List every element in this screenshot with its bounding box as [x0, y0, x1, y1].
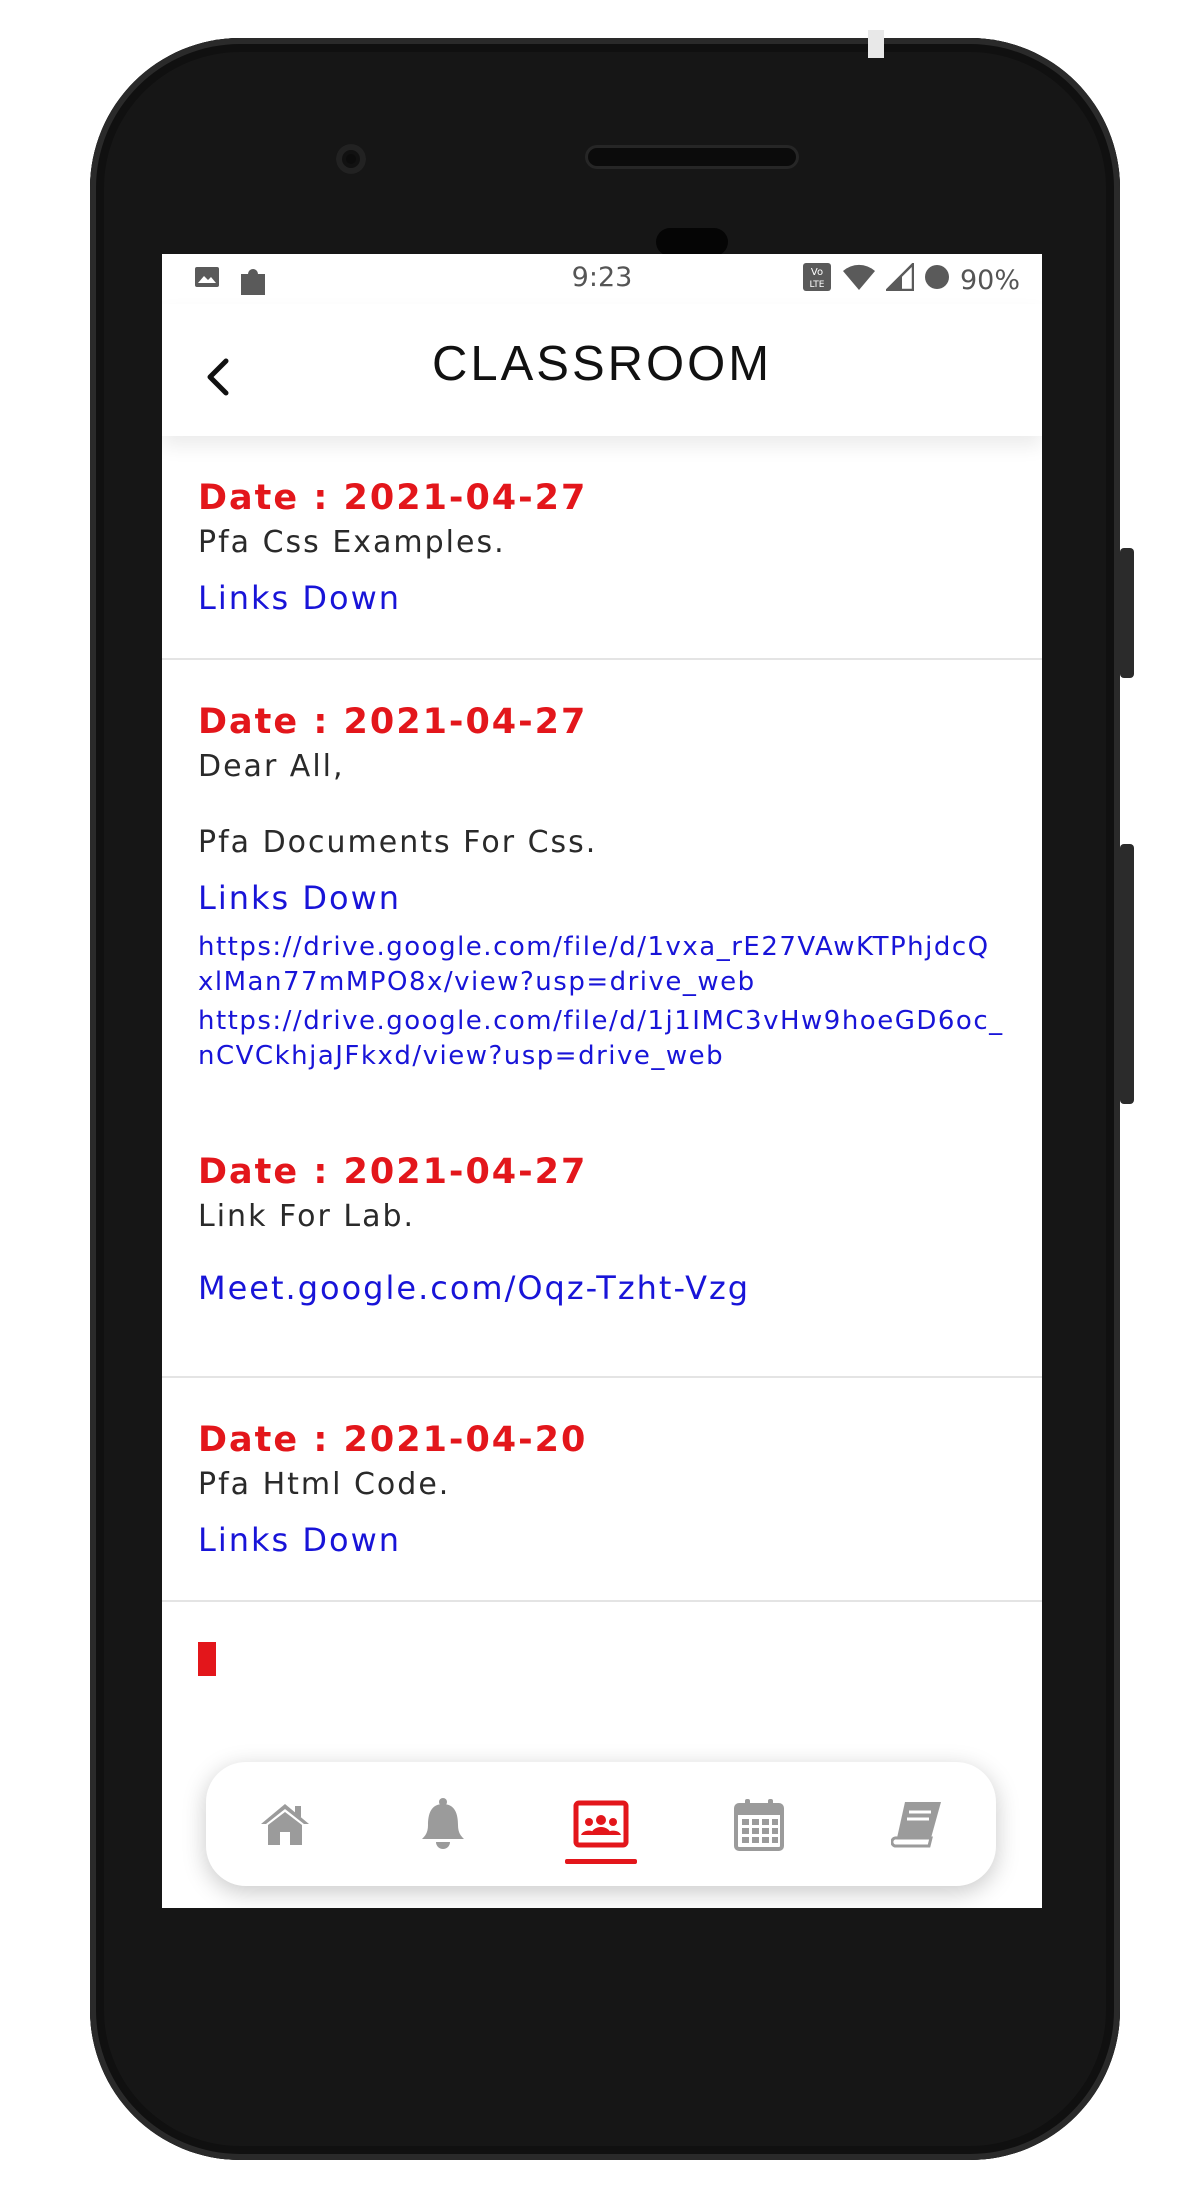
nav-calendar[interactable] — [699, 1762, 819, 1886]
post-date: Date : 2021-04-27 — [198, 702, 588, 742]
nav-notifications[interactable] — [383, 1762, 503, 1886]
post-date: Date : 2021-04-20 — [198, 1420, 588, 1460]
home-icon — [261, 1804, 309, 1845]
battery-percent: 90% — [959, 265, 1020, 296]
bell-icon — [422, 1798, 464, 1849]
top-speaker — [588, 148, 796, 166]
nav-classroom[interactable] — [541, 1762, 661, 1886]
status-bar: 9:23 Vo LTE 90% — [162, 254, 1042, 304]
bottom-nav — [206, 1762, 996, 1886]
drive-link[interactable]: https://drive.google.com/file/d/1vxa_rE2… — [198, 930, 1006, 1000]
links-down-link[interactable]: Links Down — [198, 576, 1006, 620]
post-card: Date : 2021-04-27 Dear All, Pfa Document… — [162, 660, 1042, 1074]
links-down-link[interactable]: Links Down — [198, 1518, 1006, 1562]
post-body: Dear All, Pfa Documents For Css. — [198, 749, 598, 860]
nav-home[interactable] — [225, 1762, 345, 1886]
nav-library[interactable] — [857, 1762, 977, 1886]
links-down-link[interactable]: Links Down — [198, 876, 1006, 920]
drive-link[interactable]: https://drive.google.com/file/d/1j1IMC3v… — [198, 1004, 1006, 1074]
volume-button — [1120, 548, 1134, 678]
front-camera — [336, 144, 366, 174]
post-date: Date : 2021-04-27 — [198, 478, 588, 518]
phone-frame-accent — [868, 30, 884, 58]
post-body: Link For Lab. — [198, 1199, 416, 1234]
screen: 9:23 Vo LTE 90% CLASSROOM Date: 2021-04… — [162, 254, 1042, 1908]
signal-icon — [883, 260, 915, 298]
power-button — [1120, 844, 1134, 1104]
classroom-icon — [573, 1800, 629, 1848]
post-card-partial — [162, 1602, 1042, 1706]
volte-icon: Vo LTE — [802, 262, 832, 299]
post-body: Pfa Html Code. — [198, 1467, 451, 1502]
svg-text:Vo: Vo — [811, 267, 823, 278]
battery-icon — [924, 264, 950, 297]
classroom-feed[interactable]: Date : 2021-04-27 Pfa Css Examples. Link… — [162, 436, 1042, 1908]
wifi-icon — [842, 263, 876, 298]
meet-link[interactable]: Meet.google.com/Oqz-Tzht-Vzg — [198, 1266, 1006, 1310]
page-title: CLASSROOM — [431, 337, 773, 391]
svg-text:LTE: LTE — [810, 280, 825, 290]
post-card: Date : 2021-04-20 Pfa Html Code. Links D… — [162, 1378, 1042, 1602]
post-date-partial — [198, 1642, 216, 1676]
post-date: Date : 2021-04-27 — [198, 1152, 588, 1192]
post-body: Pfa Css Examples. — [198, 525, 506, 560]
post-card: Date : 2021-04-27 Pfa Css Examples. Link… — [162, 436, 1042, 660]
book-icon — [891, 1802, 941, 1848]
calendar-icon — [734, 1799, 784, 1851]
post-card: Date : 2021-04-27 Link For Lab. Meet.goo… — [162, 1074, 1042, 1378]
earpiece-sensor — [656, 228, 728, 256]
app-bar: CLASSROOM — [162, 304, 1042, 436]
